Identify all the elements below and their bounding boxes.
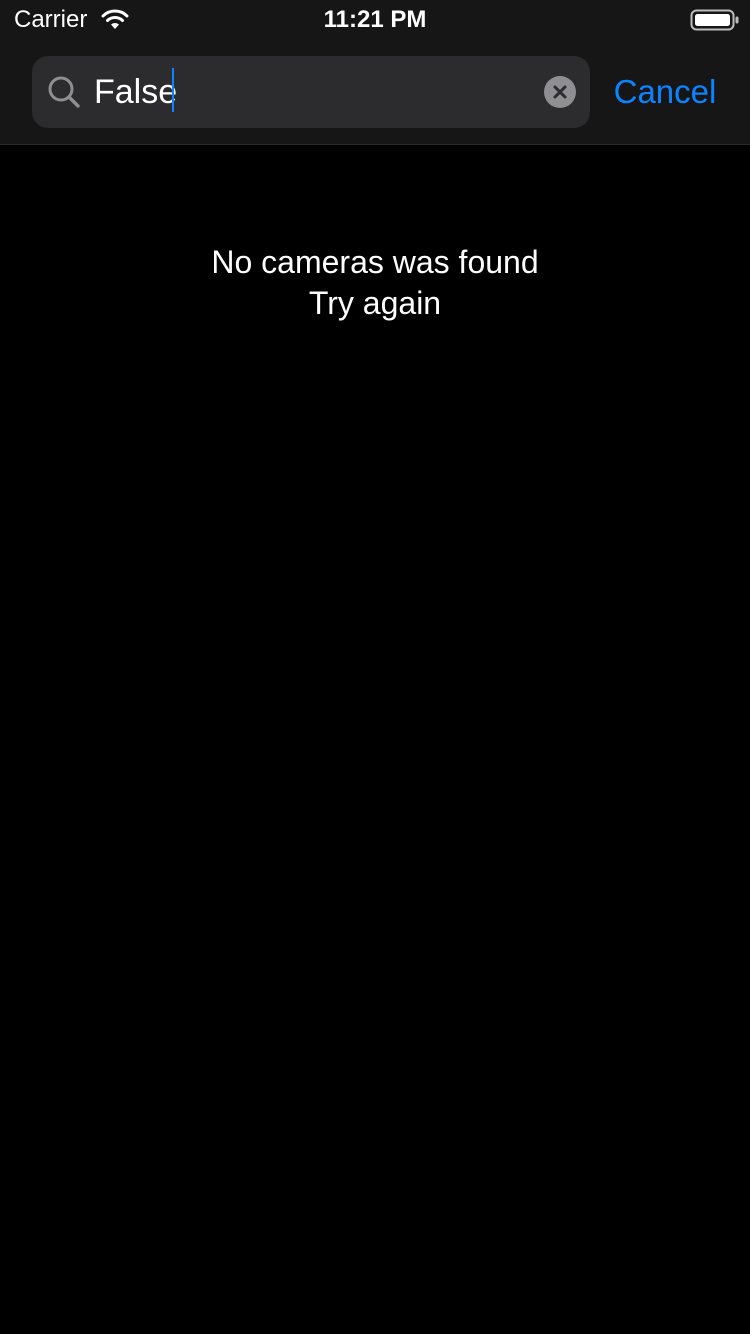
clear-search-button[interactable] (544, 76, 576, 108)
empty-state-message: No cameras was found (211, 244, 539, 280)
clear-icon (553, 85, 567, 99)
top-chrome: Carrier 11:21 PM False Cancel (0, 0, 750, 145)
status-time: 11:21 PM (323, 6, 427, 33)
search-icon (48, 76, 80, 108)
empty-state: No cameras was found Try again (0, 242, 750, 324)
try-again-link[interactable]: Try again (0, 283, 750, 324)
status-bar: Carrier 11:21 PM (0, 0, 750, 40)
battery-icon (690, 9, 739, 31)
text-caret (172, 68, 174, 112)
cancel-button[interactable]: Cancel (600, 68, 730, 116)
search-screen: Carrier 11:21 PM False Cancel No cameras… (0, 0, 750, 1334)
search-input[interactable] (94, 68, 534, 116)
search-field[interactable] (32, 56, 590, 128)
